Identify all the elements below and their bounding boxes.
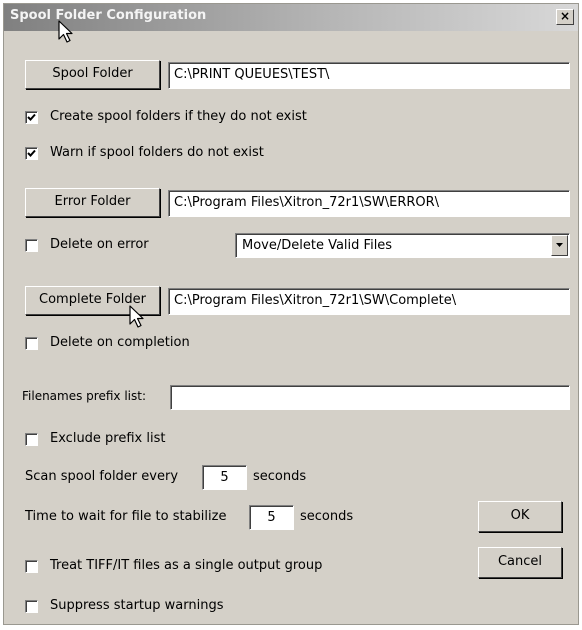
stabilize-time-label: Time to wait for file to stabilize [25, 509, 227, 524]
suppress-warnings-label: Suppress startup warnings [50, 598, 224, 613]
create-folders-checkbox[interactable] [25, 111, 38, 124]
chevron-down-icon [556, 243, 563, 247]
warn-folders-label: Warn if spool folders do not exist [50, 145, 264, 160]
cancel-button[interactable]: Cancel [478, 547, 562, 578]
scan-interval-label: Scan spool folder every [25, 469, 179, 484]
checkmark-icon [27, 149, 36, 157]
suppress-warnings-checkbox[interactable] [25, 600, 38, 613]
prefix-list-input[interactable] [170, 385, 570, 410]
exclude-prefix-label: Exclude prefix list [50, 431, 166, 446]
delete-on-error-checkbox[interactable] [25, 239, 38, 252]
stabilize-time-unit: seconds [300, 509, 354, 524]
spool-folder-dialog: Spool Folder Configuration × Spool Folde… [3, 3, 579, 625]
close-icon: × [559, 9, 571, 23]
error-folder-button[interactable]: Error Folder [25, 188, 160, 217]
create-folders-label: Create spool folders if they do not exis… [50, 109, 307, 124]
error-action-select[interactable]: Move/Delete Valid Files [235, 233, 570, 258]
warn-folders-checkbox[interactable] [25, 147, 38, 160]
error-action-value: Move/Delete Valid Files [242, 238, 393, 253]
checkmark-icon [27, 113, 36, 121]
delete-on-error-label: Delete on error [50, 237, 149, 252]
spool-folder-button[interactable]: Spool Folder [25, 60, 160, 89]
complete-folder-path-field[interactable]: C:\Program Files\Xitron_72r1\SW\Complete… [168, 288, 570, 315]
stabilize-time-input[interactable]: 5 [249, 505, 294, 530]
error-folder-path-field[interactable]: C:\Program Files\Xitron_72r1\SW\ERROR\ [168, 190, 570, 217]
delete-on-completion-checkbox[interactable] [25, 337, 38, 350]
complete-folder-button[interactable]: Complete Folder [25, 286, 160, 315]
spool-folder-path-field[interactable]: C:\PRINT QUEUES\TEST\ [168, 62, 570, 89]
delete-on-completion-label: Delete on completion [50, 335, 190, 350]
window-title: Spool Folder Configuration [10, 8, 207, 23]
ok-button[interactable]: OK [478, 501, 562, 532]
exclude-prefix-checkbox[interactable] [25, 433, 38, 446]
close-button[interactable]: × [556, 9, 574, 25]
title-bar[interactable]: Spool Folder Configuration × [4, 4, 578, 31]
dropdown-arrow-button[interactable] [551, 235, 568, 256]
prefix-list-label: Filenames prefix list: [22, 389, 146, 403]
tiff-group-label: Treat TIFF/IT files as a single output g… [50, 558, 323, 573]
tiff-group-checkbox[interactable] [25, 560, 38, 573]
scan-interval-input[interactable]: 5 [202, 465, 247, 490]
scan-interval-unit: seconds [253, 469, 307, 484]
